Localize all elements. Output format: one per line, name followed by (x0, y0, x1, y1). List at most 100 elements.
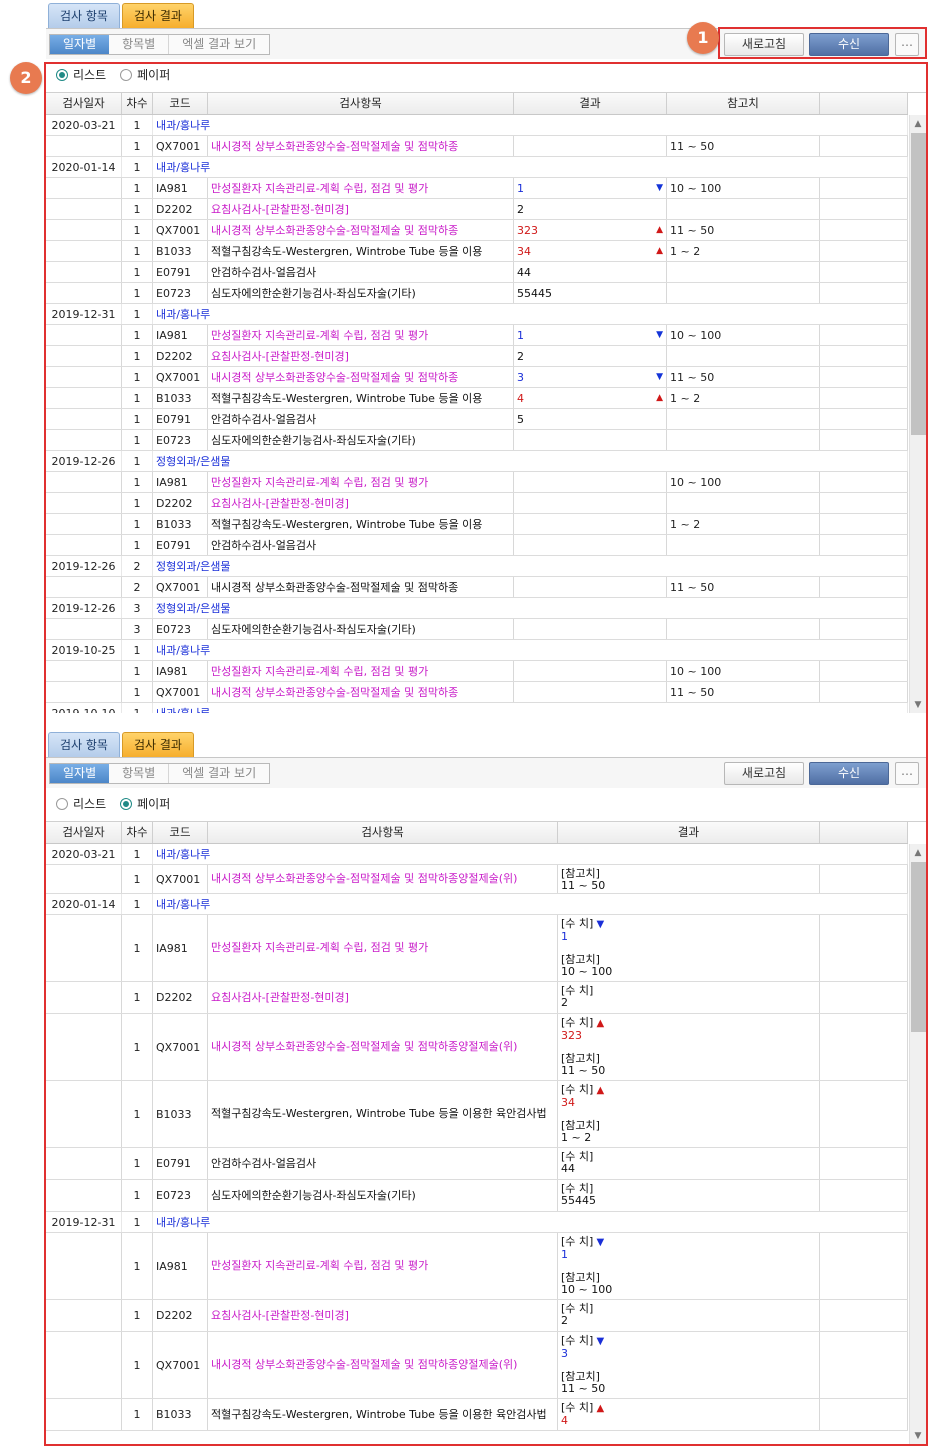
col-item-cell: 만성질환자 지속관리료-계획 수립, 점검 및 평가 (208, 178, 514, 198)
tab-test-results[interactable]: 검사 결과 (121, 3, 194, 28)
table-row[interactable]: 1 QX7001 내시경적 상부소화관종양수술-점막절제술 및 점막하종 3 ▼ 11 ~… (46, 367, 908, 388)
date-group-row[interactable]: 2019-12-26 3 정형외과/은샘물 (46, 598, 908, 619)
date-group-row[interactable]: 2019-10-10 1 내과/홍나루 (46, 703, 908, 713)
view-by-item[interactable]: 항목별 (109, 35, 170, 54)
table-row[interactable]: 1 E0791 안검하수검사-얼음검사 5 (46, 409, 908, 430)
view-by-date[interactable]: 일자별 (50, 764, 110, 783)
col-ref-cell (667, 430, 820, 450)
table-row[interactable]: 1 E0723 심도자에의한순환기능검사-좌심도자술(기타) 55445 (46, 283, 908, 304)
col-result-header[interactable]: 결과 (514, 93, 667, 114)
col-ref-header[interactable]: 참고치 (667, 93, 820, 114)
table-row[interactable]: 1 B1033 적혈구침강속도-Westergren, Wintrobe Tube … (46, 241, 908, 262)
table-row[interactable]: 2 QX7001 내시경적 상부소화관종양수술-점막절제술 및 점막하종 11 ~ 5… (46, 577, 908, 598)
table-row[interactable]: 1 QX7001 내시경적 상부소화관종양수술-점막절제술 및 점막하종양절제술(위… (46, 1332, 908, 1399)
col-ref-cell (667, 703, 820, 713)
table-row[interactable]: 1 E0791 안검하수검사-얼음검사 44 (46, 262, 908, 283)
view-by-date[interactable]: 일자별 (50, 35, 110, 54)
radio-list[interactable]: 리스트 (56, 798, 106, 810)
table-row[interactable]: 1 IA981 만성질환자 지속관리료-계획 수립, 점검 및 평가 [수 치] ▼ 1… (46, 915, 908, 982)
col-code-header[interactable]: 코드 (153, 93, 208, 114)
table-row[interactable]: 1 D2202 요침사검사-[관찰판정-현미경] 2 (46, 346, 908, 367)
table-row[interactable]: 1 E0723 심도자에의한순환기능검사-좌심도자술(기타) [수 치] 55445 (46, 1180, 908, 1212)
table-row[interactable]: 3 E0723 심도자에의한순환기능검사-좌심도자술(기타) (46, 619, 908, 640)
date-group-row[interactable]: 2020-03-21 1 내과/홍나루 (46, 115, 908, 136)
col-seq-cell: 1 (122, 409, 153, 429)
col-date-header[interactable]: 검사일자 (46, 93, 122, 114)
col-result-header[interactable]: 결과 (558, 822, 820, 843)
col-seq-cell: 1 (122, 1180, 153, 1211)
table-row[interactable]: 1 QX7001 내시경적 상부소화관종양수술-점막절제술 및 점막하종 323 ▲ 11… (46, 220, 908, 241)
col-extra-cell (820, 1180, 908, 1211)
table-row[interactable]: 1 QX7001 내시경적 상부소화관종양수술-점막절제술 및 점막하종양절제술(위… (46, 1014, 908, 1081)
col-extra-cell (820, 1300, 908, 1331)
table-row[interactable]: 1 IA981 만성질환자 지속관리료-계획 수립, 점검 및 평가 [수 치] ▼ 1… (46, 1233, 908, 1300)
date-group-row[interactable]: 2020-01-14 1 내과/홍나루 (46, 894, 908, 915)
date-group-row[interactable]: 2019-12-26 2 정형외과/은샘물 (46, 556, 908, 577)
col-extra-header[interactable] (820, 822, 908, 843)
col-code-header[interactable]: 코드 (153, 822, 208, 843)
refresh-button[interactable]: 새로고침 (724, 33, 804, 56)
scroll-up-arrow-icon[interactable]: ▲ (910, 117, 926, 132)
vertical-scrollbar[interactable]: ▲ ▼ (909, 844, 926, 1444)
col-seq-header[interactable]: 차수 (122, 822, 153, 843)
col-item-header[interactable]: 검사항목 (208, 93, 514, 114)
table-row[interactable]: 1 QX7001 내시경적 상부소화관종양수술-점막절제술 및 점막하종 11 ~ 5… (46, 682, 908, 703)
table-row[interactable]: 1 IA981 만성질환자 지속관리료-계획 수립, 점검 및 평가 10 ~ 100 (46, 661, 908, 682)
table-row[interactable]: 1 D2202 요침사검사-[관찰판정-현미경] (46, 493, 908, 514)
table-row[interactable]: 1 B1033 적혈구침강속도-Westergren, Wintrobe Tube … (46, 514, 908, 535)
more-button[interactable]: … (895, 33, 919, 56)
col-date-header[interactable]: 검사일자 (46, 822, 122, 843)
radio-paper[interactable]: 페이퍼 (120, 69, 170, 81)
scroll-up-arrow-icon[interactable]: ▲ (910, 846, 926, 861)
radio-paper[interactable]: 페이퍼 (120, 798, 170, 810)
date-group-row[interactable]: 2019-12-31 1 내과/홍나루 (46, 1212, 908, 1233)
col-extra-cell (820, 865, 908, 893)
scroll-down-arrow-icon[interactable]: ▼ (910, 1429, 926, 1444)
table-row[interactable]: 1 E0723 심도자에의한순환기능검사-좌심도자술(기타) (46, 430, 908, 451)
scroll-down-arrow-icon[interactable]: ▼ (910, 698, 926, 713)
col-item-cell: 적혈구침강속도-Westergren, Wintrobe Tube 등을 이용 (208, 514, 514, 534)
table-row[interactable]: 1 D2202 요침사검사-[관찰판정-현미경] [수 치] 2 (46, 982, 908, 1014)
view-excel[interactable]: 엑셀 결과 보기 (169, 35, 269, 54)
view-excel[interactable]: 엑셀 결과 보기 (169, 764, 269, 783)
table-row[interactable]: 1 IA981 만성질환자 지속관리료-계획 수립, 점검 및 평가 10 ~ 100 (46, 472, 908, 493)
receive-button[interactable]: 수신 (809, 33, 889, 56)
table-row[interactable]: 1 B1033 적혈구침강속도-Westergren, Wintrobe Tube … (46, 1081, 908, 1148)
date-group-row[interactable]: 2020-01-14 1 내과/홍나루 (46, 157, 908, 178)
tab-test-items[interactable]: 검사 항목 (48, 3, 120, 28)
table-row[interactable]: 1 IA981 만성질환자 지속관리료-계획 수립, 점검 및 평가 1 ▼ 10 ~ 1… (46, 178, 908, 199)
radio-list[interactable]: 리스트 (56, 69, 106, 81)
date-group-row[interactable]: 2019-10-25 1 내과/홍나루 (46, 640, 908, 661)
view-by-item[interactable]: 항목별 (109, 764, 170, 783)
table-row[interactable]: 1 E0791 안검하수검사-얼음검사 (46, 535, 908, 556)
receive-button[interactable]: 수신 (809, 762, 889, 785)
tab-test-results[interactable]: 검사 결과 (121, 732, 194, 757)
col-code-cell: B1033 (153, 241, 208, 261)
radio-paper-dot[interactable] (120, 69, 133, 81)
tab-test-items[interactable]: 검사 항목 (48, 732, 120, 757)
col-item-header[interactable]: 검사항목 (208, 822, 558, 843)
radio-list-dot[interactable] (56, 798, 68, 810)
refresh-button[interactable]: 새로고침 (724, 762, 804, 785)
table-row[interactable]: 1 D2202 요침사검사-[관찰판정-현미경] 2 (46, 199, 908, 220)
date-group-row[interactable]: 2019-12-31 1 내과/홍나루 (46, 304, 908, 325)
vertical-scrollbar[interactable]: ▲ ▼ (909, 115, 926, 713)
table-row[interactable]: 1 IA981 만성질환자 지속관리료-계획 수립, 점검 및 평가 1 ▼ 10 ~ 1… (46, 325, 908, 346)
table-row[interactable]: 1 B1033 적혈구침강속도-Westergren, Wintrobe Tube … (46, 1399, 908, 1431)
scrollbar-thumb[interactable] (911, 133, 926, 435)
col-seq-header[interactable]: 차수 (122, 93, 153, 114)
radio-list-dot[interactable] (56, 69, 68, 81)
table-row[interactable]: 1 QX7001 내시경적 상부소화관종양수술-점막절제술 및 점막하종양절제술(위… (46, 865, 908, 894)
date-group-row[interactable]: 2020-03-21 1 내과/홍나루 (46, 844, 908, 865)
col-extra-cell (820, 577, 908, 597)
col-extra-header[interactable] (820, 93, 908, 114)
scrollbar-thumb[interactable] (911, 862, 926, 1032)
list-result-grid: 검사일자 차수 코드 검사항목 결과 참고치 2020-03-21 1 내과/홍나루 1 QX700… (46, 92, 926, 713)
table-row[interactable]: 1 E0791 안검하수검사-얼음검사 [수 치] 44 (46, 1148, 908, 1180)
table-row[interactable]: 1 B1033 적혈구침강속도-Westergren, Wintrobe Tube … (46, 388, 908, 409)
radio-paper-dot[interactable] (120, 798, 133, 810)
more-button[interactable]: … (895, 762, 919, 785)
date-group-row[interactable]: 2019-12-26 1 정형외과/은샘물 (46, 451, 908, 472)
table-row[interactable]: 1 QX7001 내시경적 상부소화관종양수술-점막절제술 및 점막하종 11 ~ 5… (46, 136, 908, 157)
table-row[interactable]: 1 D2202 요침사검사-[관찰판정-현미경] [수 치] 2 (46, 1300, 908, 1332)
